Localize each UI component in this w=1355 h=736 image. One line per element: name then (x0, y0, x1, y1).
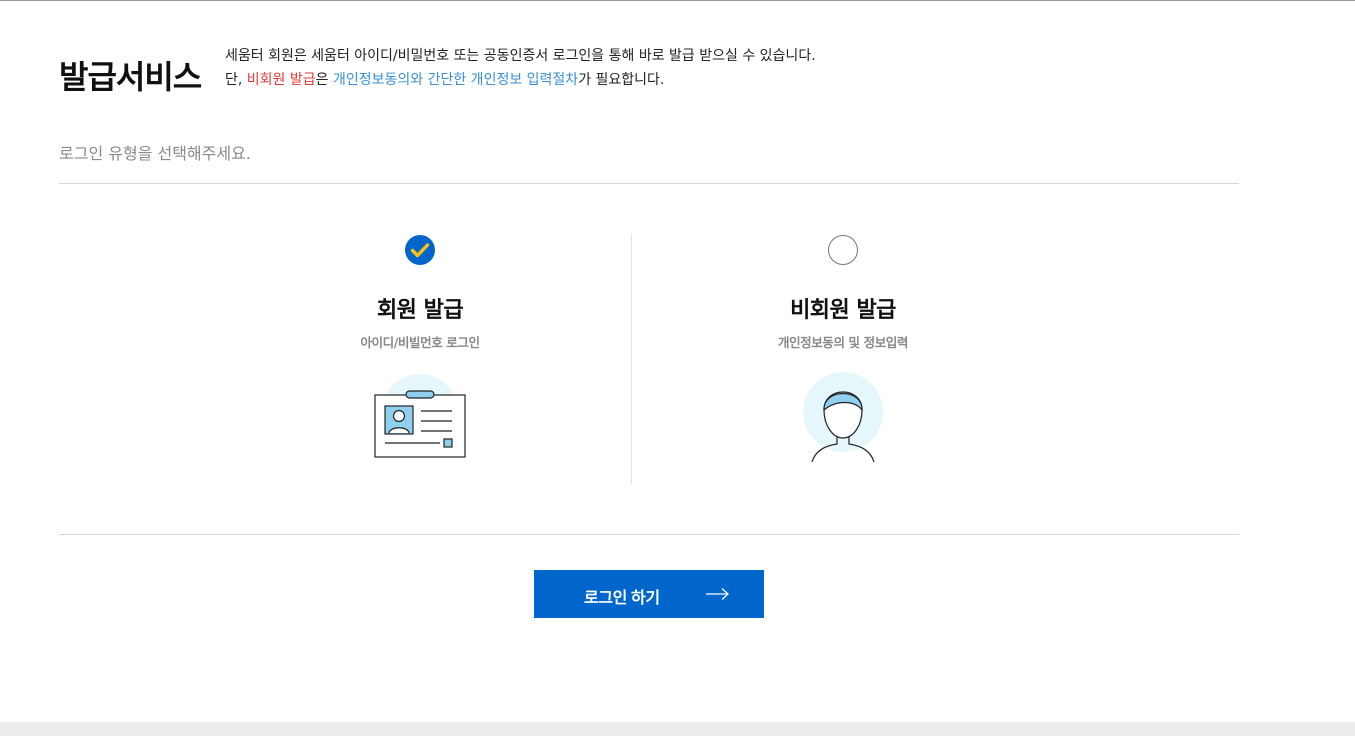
desc-suffix: 가 필요합니다. (578, 72, 665, 88)
login-button[interactable]: 로그인 하기 (534, 570, 764, 618)
desc-highlight-red: 비회원 발급 (246, 72, 316, 88)
desc-mid: 은 (315, 72, 333, 88)
description-line-1: 세움터 회원은 세움터 아이디/비밀번호 또는 공동인증서 로그인을 통해 바로… (225, 48, 816, 64)
member-issue-subtitle: 아이디/비빌먼호 로그인 (360, 335, 480, 350)
guest-issue-subtitle: 개인정보동의 및 정보입력 (777, 335, 908, 350)
bottom-divider (59, 534, 1239, 535)
arrow-right-icon (706, 588, 729, 600)
id-card-icon (374, 374, 466, 458)
login-button-label: 로그인 하기 (584, 590, 660, 607)
service-header: 발급서비스 세움터 회원은 세움터 아이디/비밀번호 또는 공동인증서 로그인을… (59, 44, 1239, 96)
top-border (0, 0, 1355, 1)
top-divider (59, 183, 1239, 184)
person-icon (803, 372, 883, 463)
service-description: 세움터 회원은 세움터 아이디/비밀번호 또는 공동인증서 로그인을 통해 바로… (225, 44, 816, 92)
desc-highlight-blue: 개인정보동의와 간단한 개인정보 입력절차 (332, 72, 579, 88)
option-divider (631, 234, 632, 484)
description-line-2: 단, 비회원 발급은 개인정보동의와 간단한 개인정보 입력절차가 필요합니다. (225, 68, 816, 92)
member-issue-option[interactable]: 회원 발급 아이디/비빌먼호 로그인 (300, 232, 540, 472)
member-issue-title: 회원 발급 (376, 298, 464, 323)
checked-radio-icon[interactable] (404, 234, 436, 266)
login-type-guide: 로그인 유형을 선택해주세요. (59, 144, 251, 163)
footer-band (0, 722, 1355, 736)
desc-prefix: 단, (225, 72, 247, 88)
guest-issue-option[interactable]: 비회원 발급 개인정보동의 및 정보입력 (723, 232, 963, 472)
guest-issue-title: 비회원 발급 (790, 298, 896, 323)
page-title: 발급서비스 (59, 58, 202, 96)
unchecked-radio-icon[interactable] (827, 234, 859, 266)
